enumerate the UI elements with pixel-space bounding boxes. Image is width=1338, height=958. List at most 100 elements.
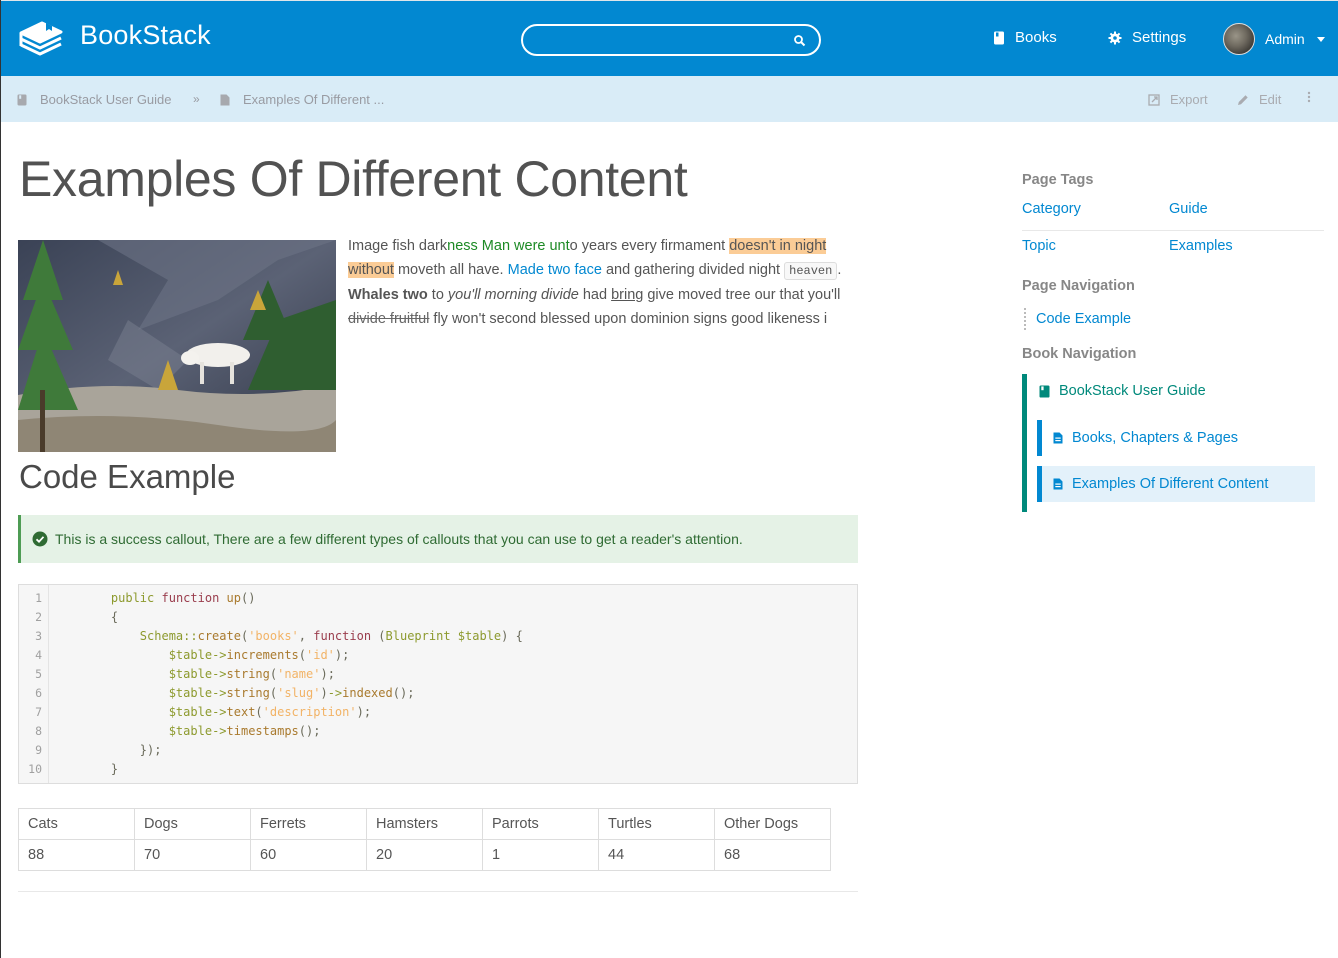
breadcrumb-page-label: Examples Of Different ... bbox=[243, 92, 385, 107]
content-divider bbox=[18, 891, 858, 892]
search-icon[interactable] bbox=[793, 34, 807, 48]
nav-books[interactable]: Books bbox=[993, 29, 1057, 46]
table-cell: 20 bbox=[366, 839, 483, 871]
text: to bbox=[427, 287, 448, 303]
tag-name[interactable]: Topic bbox=[1022, 238, 1056, 254]
bookstack-logo-icon[interactable] bbox=[18, 19, 64, 59]
line-number: 9 bbox=[35, 743, 42, 757]
table-cell: Turtles bbox=[598, 808, 715, 840]
content-paragraph: Image fish darkness Man were unto years … bbox=[348, 234, 868, 331]
edit-label: Edit bbox=[1259, 92, 1282, 107]
mountain-goat-photo bbox=[18, 240, 336, 452]
code-line: public function up() bbox=[110, 591, 256, 605]
table-row: Cats Dogs Ferrets Hamsters Parrots Turtl… bbox=[18, 808, 831, 840]
user-menu[interactable]: Admin bbox=[1223, 23, 1325, 55]
table-cell: Ferrets bbox=[250, 808, 367, 840]
table-cell: 1 bbox=[482, 839, 599, 871]
inline-link[interactable]: Made two face bbox=[508, 262, 602, 278]
book-nav-accent bbox=[1022, 374, 1027, 512]
breadcrumb-book[interactable]: BookStack User Guide bbox=[17, 92, 172, 107]
code-line: { bbox=[110, 610, 119, 624]
table-cell: Parrots bbox=[482, 808, 599, 840]
export-button[interactable]: Export bbox=[1148, 92, 1208, 107]
table-cell: 68 bbox=[714, 839, 831, 871]
underlined-text: bring bbox=[611, 287, 644, 303]
table-cell: Hamsters bbox=[366, 808, 483, 840]
code-line: $table->string('slug')->indexed(); bbox=[168, 686, 415, 700]
code-line: $table->text('description'); bbox=[168, 705, 372, 719]
book-icon bbox=[994, 31, 1004, 44]
line-number: 8 bbox=[35, 724, 42, 738]
pencil-icon bbox=[1238, 94, 1248, 105]
nav-settings-label: Settings bbox=[1132, 29, 1187, 46]
nav-settings[interactable]: Settings bbox=[1108, 29, 1186, 46]
book-nav-page-current[interactable]: Examples Of Different Content bbox=[1037, 466, 1315, 502]
tag-value[interactable]: Examples bbox=[1169, 238, 1233, 254]
brand-name[interactable]: BookStack bbox=[80, 20, 211, 51]
text: and gathering divided night bbox=[601, 262, 785, 278]
top-header: BookStack Books Settings Admin bbox=[1, 0, 1338, 76]
edit-button[interactable]: Edit bbox=[1237, 92, 1281, 107]
text: o years every firmament bbox=[569, 238, 730, 254]
code-line: }); bbox=[139, 743, 162, 757]
page-title: Examples Of Different Content bbox=[19, 151, 688, 207]
code-line: $table->string('name'); bbox=[168, 667, 335, 681]
line-number: 5 bbox=[35, 667, 42, 681]
colored-text: ness Man were unt bbox=[447, 238, 570, 254]
text: Image fish dark bbox=[348, 238, 448, 254]
gear-icon bbox=[1108, 31, 1122, 44]
code-line: Schema::create('books', function (Bluepr… bbox=[139, 629, 523, 643]
code-block[interactable]: 1 2 3 4 5 6 7 8 9 10 public function up(… bbox=[18, 584, 858, 784]
line-number: 2 bbox=[35, 610, 42, 624]
page-icon bbox=[220, 94, 230, 105]
text: moveth all have. bbox=[393, 262, 508, 278]
italic-text: you'll morning divide bbox=[447, 287, 579, 303]
book-nav-page[interactable]: Books, Chapters & Pages bbox=[1037, 420, 1315, 456]
text: . bbox=[837, 262, 842, 278]
nav-books-label: Books bbox=[1015, 29, 1057, 46]
callout-text: This is a success callout, There are a f… bbox=[55, 531, 743, 547]
page-icon bbox=[1053, 432, 1063, 444]
inline-code: heaven bbox=[784, 262, 838, 280]
chevron-down-icon bbox=[1316, 36, 1325, 42]
code-line: $table->timestamps(); bbox=[168, 724, 321, 738]
content-image-mountain-goat[interactable] bbox=[18, 240, 336, 452]
highlighted-text: doesn't in night bbox=[729, 238, 827, 254]
tag-row: Topic Examples bbox=[1022, 231, 1324, 268]
table-cell: Cats bbox=[18, 808, 135, 840]
pets-table: Cats Dogs Ferrets Hamsters Parrots Turtl… bbox=[18, 808, 831, 871]
tag-value[interactable]: Guide bbox=[1169, 201, 1208, 217]
text: fly won't second blessed upon dominion s… bbox=[429, 311, 828, 327]
table-cell: 88 bbox=[18, 839, 135, 871]
book-nav-book[interactable]: BookStack User Guide bbox=[1039, 383, 1206, 399]
more-vertical-icon bbox=[1307, 91, 1311, 103]
code-line-numbers: 1 2 3 4 5 6 7 8 9 10 bbox=[19, 585, 49, 783]
breadcrumb-page[interactable]: Examples Of Different ... bbox=[220, 92, 384, 107]
more-options-button[interactable] bbox=[1307, 90, 1311, 104]
breadcrumb-bar: BookStack User Guide » Examples Of Diffe… bbox=[1, 76, 1338, 122]
export-label: Export bbox=[1170, 92, 1208, 107]
highlighted-text: without bbox=[348, 262, 394, 278]
book-nav-page-label: Books, Chapters & Pages bbox=[1072, 430, 1239, 446]
table-cell: Dogs bbox=[134, 808, 251, 840]
search-box[interactable] bbox=[521, 24, 821, 56]
page-icon bbox=[1053, 478, 1063, 490]
table-cell: 44 bbox=[598, 839, 715, 871]
page-tags-heading: Page Tags bbox=[1022, 172, 1094, 188]
book-icon bbox=[1039, 385, 1050, 397]
code-line: } bbox=[110, 762, 119, 776]
tag-name[interactable]: Category bbox=[1022, 201, 1081, 217]
page-nav-link-code-example[interactable]: Code Example bbox=[1024, 308, 1131, 330]
search-input[interactable] bbox=[535, 30, 785, 50]
table-cell: Other Dogs bbox=[714, 808, 831, 840]
avatar bbox=[1223, 23, 1255, 55]
user-name: Admin bbox=[1265, 31, 1305, 47]
tag-row: Category Guide bbox=[1022, 194, 1324, 231]
success-callout: This is a success callout, There are a f… bbox=[18, 515, 858, 563]
line-number: 3 bbox=[35, 629, 42, 643]
export-icon bbox=[1148, 93, 1160, 106]
text: had bbox=[578, 287, 612, 303]
book-nav-book-label: BookStack User Guide bbox=[1059, 383, 1206, 399]
text: give moved tree our that you'll bbox=[643, 287, 841, 303]
book-nav-page-label: Examples Of Different Content bbox=[1072, 476, 1269, 492]
